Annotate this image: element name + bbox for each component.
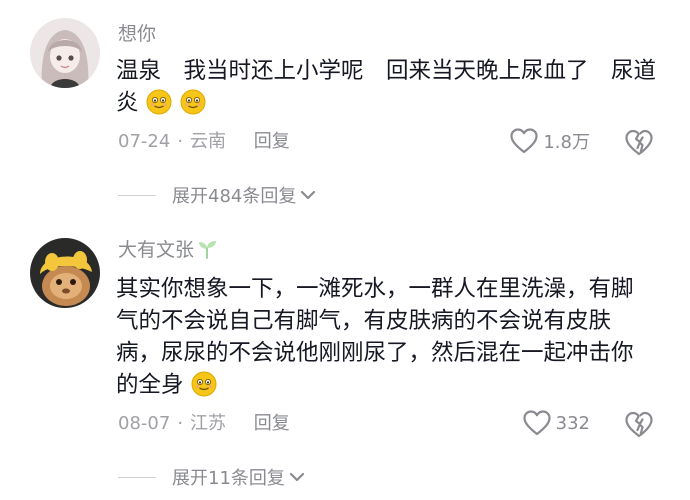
like-count: 332 — [555, 412, 590, 434]
comment-line: 的全身 — [116, 372, 184, 398]
reply-button[interactable]: 回复 — [254, 413, 290, 434]
comment-line: 炎 — [116, 90, 139, 116]
avatar-image — [30, 238, 100, 308]
comment-location: 江苏 — [190, 413, 227, 434]
smile-emoji-icon — [191, 371, 217, 397]
username[interactable]: 大有文张 — [118, 238, 218, 262]
divider-line — [118, 194, 156, 196]
username-text: 大有文张 — [118, 239, 195, 261]
comment-meta: 08-07 · 江苏 回复 — [118, 412, 290, 436]
smile-emoji-icon — [146, 89, 172, 115]
sprout-icon — [199, 241, 217, 259]
broken-heart-icon[interactable] — [624, 409, 654, 439]
expand-replies-button[interactable]: 展开11条回复 — [118, 464, 305, 490]
like-button[interactable]: 1.8万 — [509, 127, 590, 155]
separator-dot: · — [177, 413, 184, 434]
comment-line: 气的不会说自己有脚气，有皮肤病的不会说有皮肤 — [116, 308, 612, 334]
expand-replies-label: 展开484条回复 — [172, 186, 297, 207]
comment-date: 07-24 — [118, 131, 171, 152]
avatar-image — [30, 18, 100, 88]
avatar[interactable] — [30, 238, 100, 308]
broken-heart-icon[interactable] — [624, 127, 654, 157]
comment-line: 温泉 我当时还上小学呢 回来当天晚上尿血了 尿道 — [116, 58, 657, 84]
like-button[interactable]: 332 — [522, 409, 590, 437]
separator-dot: · — [177, 131, 184, 152]
chevron-down-icon — [301, 190, 316, 200]
avatar[interactable] — [30, 18, 100, 88]
smile-emoji-icon — [180, 89, 206, 115]
like-count: 1.8万 — [543, 132, 590, 153]
comment-line-with-emoji: 的全身 — [116, 369, 661, 401]
comment-line: 病，尿尿的不会说他刚刚尿了，然后混在一起冲击你 — [116, 340, 634, 366]
comment-item: 大有文张 其实你想象一下，一滩死水，一群人在里洗澡，有脚 气的不会说自己有脚气，… — [0, 218, 690, 500]
comment-date: 08-07 — [118, 413, 171, 434]
comment-location: 云南 — [190, 131, 227, 152]
comment-text: 温泉 我当时还上小学呢 回来当天晚上尿血了 尿道 炎 — [116, 55, 661, 119]
comment-text: 其实你想象一下，一滩死水，一群人在里洗澡，有脚 气的不会说自己有脚气，有皮肤病的… — [116, 273, 661, 401]
chevron-down-icon — [289, 472, 305, 482]
expand-replies-button[interactable]: 展开484条回复 — [118, 182, 316, 208]
username[interactable]: 想你 — [118, 22, 156, 46]
comment-line: 其实你想象一下，一滩死水，一群人在里洗澡，有脚 — [116, 276, 634, 302]
expand-replies-label: 展开11条回复 — [172, 468, 285, 489]
reply-button[interactable]: 回复 — [254, 131, 290, 152]
heart-icon — [510, 128, 538, 154]
divider-line — [118, 476, 156, 478]
heart-icon — [523, 410, 551, 436]
comment-line-with-emoji: 炎 — [116, 87, 661, 119]
comment-meta: 07-24 · 云南 回复 — [118, 130, 290, 154]
comment-item: 想你 温泉 我当时还上小学呢 回来当天晚上尿血了 尿道 炎 07-24 · 云南… — [0, 0, 690, 218]
